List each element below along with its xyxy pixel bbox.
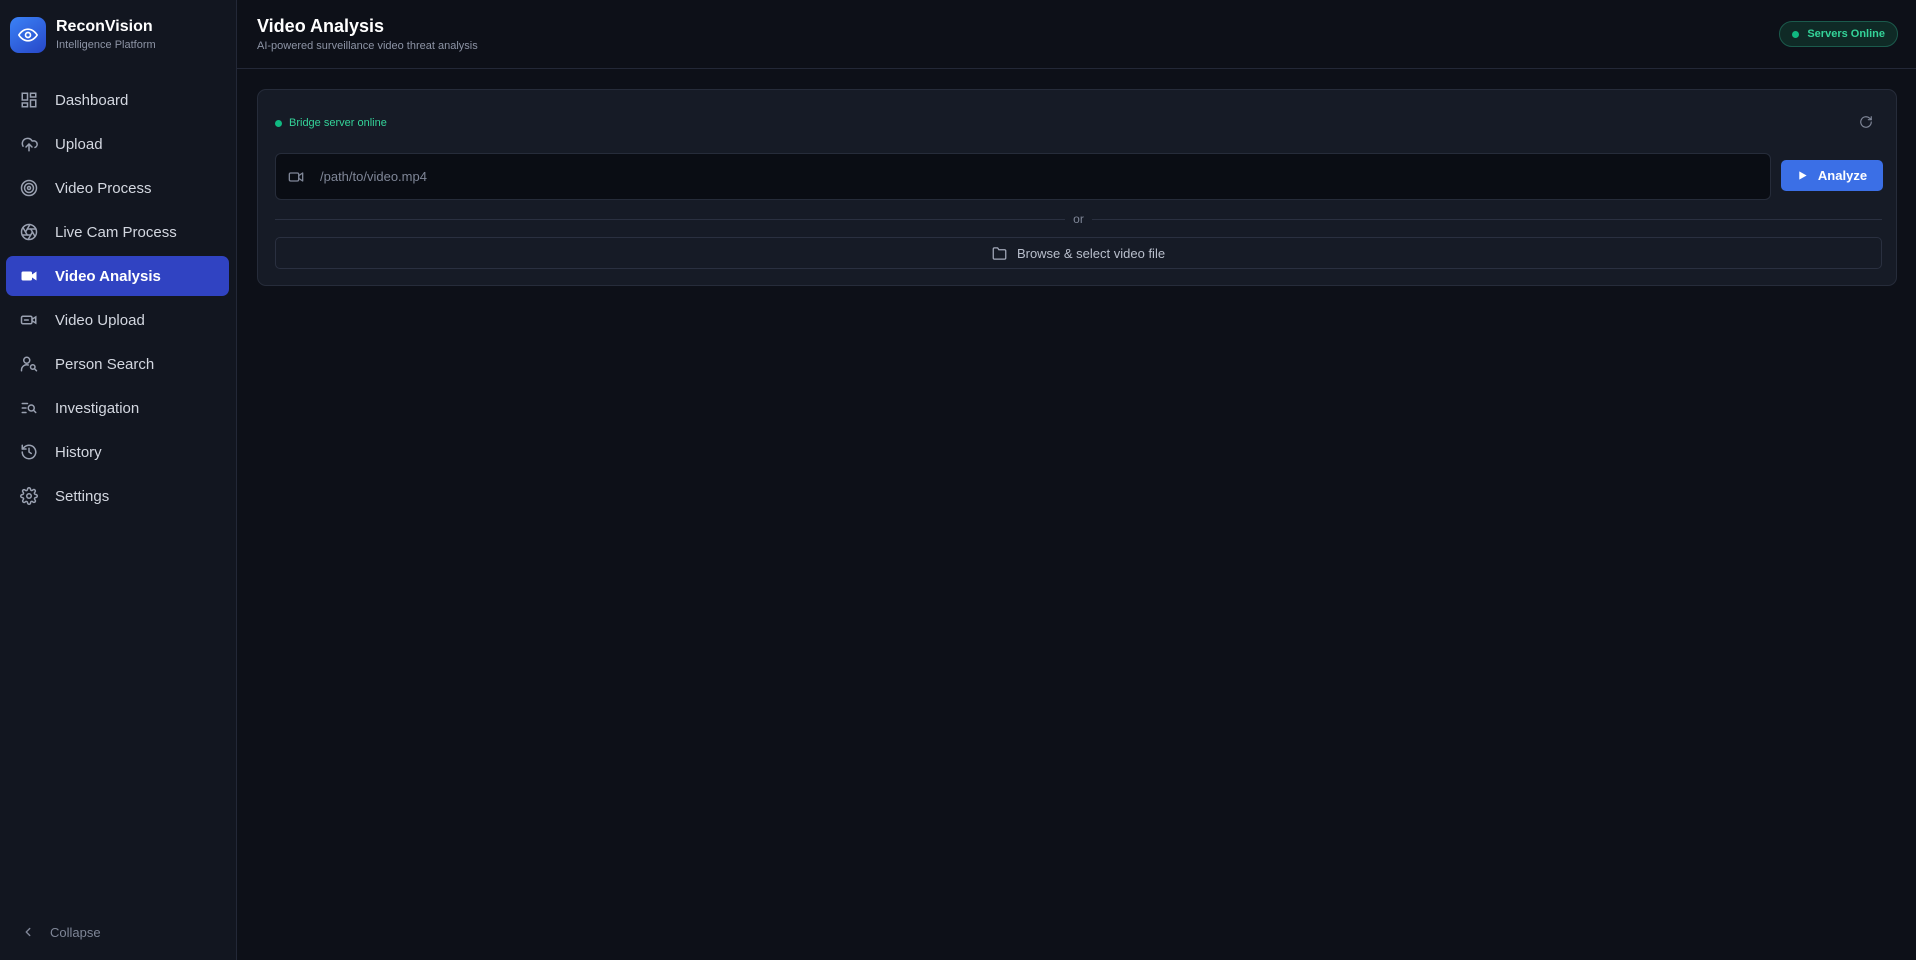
sidebar-item-investigation[interactable]: Investigation xyxy=(6,388,229,428)
sidebar-item-label: Live Cam Process xyxy=(55,223,177,241)
divider-line xyxy=(1091,218,1883,220)
sidebar-item-label: History xyxy=(55,443,102,461)
target-icon xyxy=(19,178,39,198)
sidebar-item-person-search[interactable]: Person Search xyxy=(6,344,229,384)
chevron-left-icon xyxy=(20,924,36,940)
app-window: ReconVision Intelligence Platform Dashbo… xyxy=(0,0,1916,960)
sidebar-item-label: Video Analysis xyxy=(55,267,161,285)
sidebar-item-live-cam-process[interactable]: Live Cam Process xyxy=(6,212,229,252)
brand-subtitle: Intelligence Platform xyxy=(56,39,156,51)
sidebar-item-video-process[interactable]: Video Process xyxy=(6,168,229,208)
list-search-icon xyxy=(19,398,39,418)
browse-button-label: Browse & select video file xyxy=(1016,245,1166,261)
browse-video-button[interactable]: Browse & select video file xyxy=(275,237,1882,269)
status-dot-icon xyxy=(1792,30,1800,38)
bridge-status-dot-icon xyxy=(275,119,282,127)
dashboard-icon xyxy=(19,90,39,110)
sidebar-item-label: Settings xyxy=(55,487,110,505)
page-title: Video Analysis xyxy=(257,16,385,36)
play-icon xyxy=(1797,170,1809,182)
divider-line xyxy=(275,218,1066,220)
status-badge-label: Servers Online xyxy=(1807,28,1885,40)
video-path-input[interactable] xyxy=(320,169,1720,184)
folder-icon xyxy=(992,246,1007,261)
sidebar-item-label: Video Upload xyxy=(55,311,145,329)
page-subtitle: AI-powered surveillance video threat ana… xyxy=(257,40,478,52)
sidebar-item-video-analysis[interactable]: Video Analysis xyxy=(6,256,229,296)
eye-icon xyxy=(10,17,46,53)
analysis-panel: Bridge server online Analyze or xyxy=(257,89,1897,286)
servers-status-badge: Servers Online xyxy=(1779,21,1898,47)
video-path-field[interactable] xyxy=(275,153,1771,200)
brand-title: ReconVision xyxy=(56,18,153,35)
sidebar-item-label: Person Search xyxy=(55,355,155,373)
page-header: Video Analysis AI-powered surveillance v… xyxy=(237,0,1916,69)
person-search-icon xyxy=(19,354,39,374)
sidebar-item-settings[interactable]: Settings xyxy=(6,476,229,516)
video-camera-icon xyxy=(19,266,39,286)
analyze-button[interactable]: Analyze xyxy=(1781,160,1883,191)
bridge-status: Bridge server online xyxy=(275,117,387,129)
sidebar: ReconVision Intelligence Platform Dashbo… xyxy=(0,0,237,960)
analyze-button-label: Analyze xyxy=(1817,168,1868,183)
history-icon xyxy=(19,442,39,462)
bridge-status-label: Bridge server online xyxy=(289,117,387,129)
or-divider: or xyxy=(275,212,1883,226)
brand: ReconVision Intelligence Platform xyxy=(0,0,236,56)
sidebar-item-label: Upload xyxy=(55,135,103,153)
sidebar-nav: Dashboard Upload Video Process Live Cam … xyxy=(6,80,229,520)
video-camera-icon xyxy=(288,169,304,185)
cloud-upload-icon xyxy=(19,134,39,154)
divider-text: or xyxy=(1073,212,1084,226)
sidebar-item-dashboard[interactable]: Dashboard xyxy=(6,80,229,120)
video-upload-icon xyxy=(19,310,39,330)
sidebar-item-video-upload[interactable]: Video Upload xyxy=(6,300,229,340)
sidebar-item-label: Dashboard xyxy=(55,91,129,109)
brand-text: ReconVision Intelligence Platform xyxy=(56,18,156,52)
collapse-button[interactable]: Collapse xyxy=(20,924,101,940)
sidebar-item-history[interactable]: History xyxy=(6,432,229,472)
sidebar-item-label: Investigation xyxy=(55,399,140,417)
refresh-icon[interactable] xyxy=(1858,114,1874,130)
sidebar-item-label: Video Process xyxy=(55,179,152,197)
sidebar-item-upload[interactable]: Upload xyxy=(6,124,229,164)
collapse-label: Collapse xyxy=(50,924,101,940)
aperture-icon xyxy=(19,222,39,242)
gear-icon xyxy=(19,486,39,506)
main-content: Video Analysis AI-powered surveillance v… xyxy=(237,0,1916,960)
